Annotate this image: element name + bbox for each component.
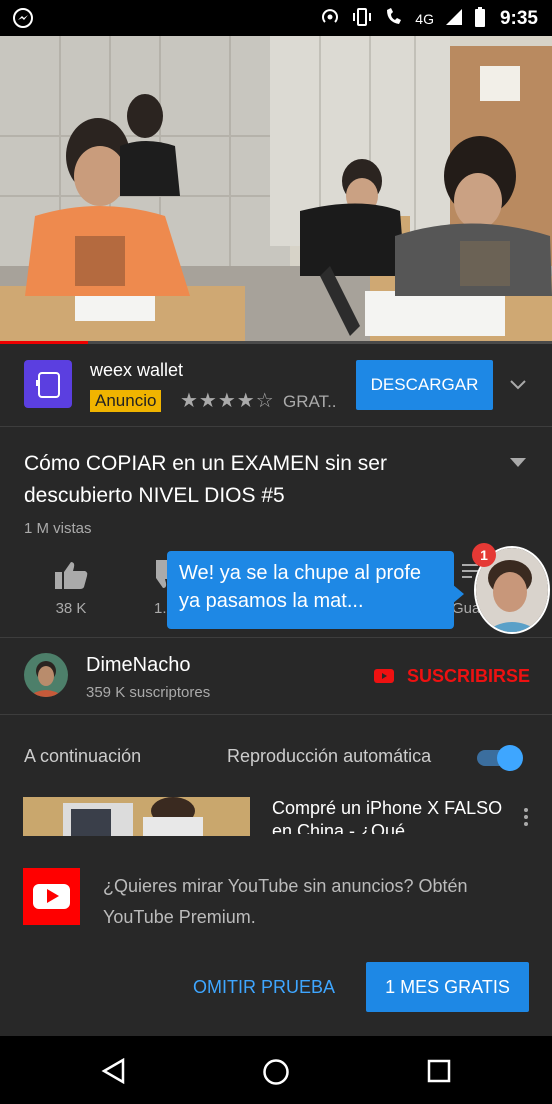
divider	[0, 714, 552, 715]
free-month-button[interactable]: 1 MES GRATIS	[366, 962, 529, 1012]
promo-message: ¿Quieres mirar YouTube sin anuncios? Obt…	[103, 876, 468, 927]
network-type-label: 4G	[415, 10, 434, 27]
battery-icon	[474, 7, 486, 30]
weex-wallet-logo-icon	[24, 360, 72, 408]
home-icon[interactable]	[262, 1058, 290, 1091]
channel-avatar[interactable]	[24, 653, 68, 697]
expand-description-icon[interactable]	[509, 456, 527, 474]
next-video-thumbnail[interactable]	[23, 797, 250, 837]
download-button[interactable]: DESCARGAR	[356, 360, 493, 410]
signal-icon	[444, 8, 464, 29]
dislike-count: 1.	[154, 600, 167, 617]
subscribe-button[interactable]: SUSCRIBIRSE	[407, 666, 530, 687]
youtube-play-icon[interactable]	[374, 669, 394, 688]
autoplay-label: Reproducción automática	[227, 746, 432, 766]
ad-app-name: weex wallet	[90, 360, 184, 380]
ad-price: GRAT..	[283, 392, 337, 411]
ad-badge: Anuncio	[90, 390, 162, 412]
video-title[interactable]: Cómo COPIAR en un EXAMEN sin ser descubi…	[24, 448, 494, 512]
system-nav-bar	[0, 1036, 552, 1104]
status-bar: 4G 9:35	[0, 0, 552, 36]
chat-bubble-tail	[452, 584, 464, 604]
thumbs-up-icon[interactable]	[54, 560, 88, 595]
up-next-label: A continuación	[24, 746, 142, 766]
volte-call-icon	[383, 6, 405, 31]
hotspot-icon	[319, 6, 341, 31]
clock: 9:35	[499, 7, 538, 29]
ad-rating-stars: ★★★★☆	[180, 390, 275, 412]
like-count: 38 K	[55, 600, 87, 617]
back-icon[interactable]	[101, 1057, 127, 1089]
ad-banner[interactable]: weex wallet Anuncio ★★★★☆ GRAT.. DESCARG…	[0, 344, 552, 426]
video-frame	[0, 36, 552, 344]
divider	[0, 637, 552, 638]
channel-name[interactable]: DimeNacho	[86, 654, 190, 677]
skip-trial-button[interactable]: OMITIR PRUEBA	[184, 962, 344, 1012]
youtube-logo-icon	[23, 868, 80, 925]
watch-panel: weex wallet Anuncio ★★★★☆ GRAT.. DESCARG…	[0, 344, 552, 1036]
autoplay-toggle[interactable]	[475, 745, 523, 771]
messenger-icon	[12, 7, 34, 34]
chat-notification-badge: 1	[472, 543, 496, 567]
recent-apps-icon[interactable]	[427, 1059, 451, 1088]
video-player[interactable]	[0, 36, 552, 344]
divider	[0, 426, 552, 427]
vibrate-icon	[351, 6, 373, 31]
chevron-down-icon[interactable]	[509, 378, 527, 396]
premium-promo: ¿Quieres mirar YouTube sin anuncios? Obt…	[0, 836, 552, 1036]
more-vertical-icon[interactable]	[523, 807, 529, 832]
chat-head-message[interactable]: We! ya se la chupe al profe ya pasamos l…	[167, 551, 454, 629]
subscriber-count: 359 K suscriptores	[86, 684, 211, 701]
next-video-title[interactable]: Compré un iPhone X FALSO en China - ¿Qué	[272, 797, 507, 834]
view-count: 1 M vistas	[24, 520, 92, 537]
